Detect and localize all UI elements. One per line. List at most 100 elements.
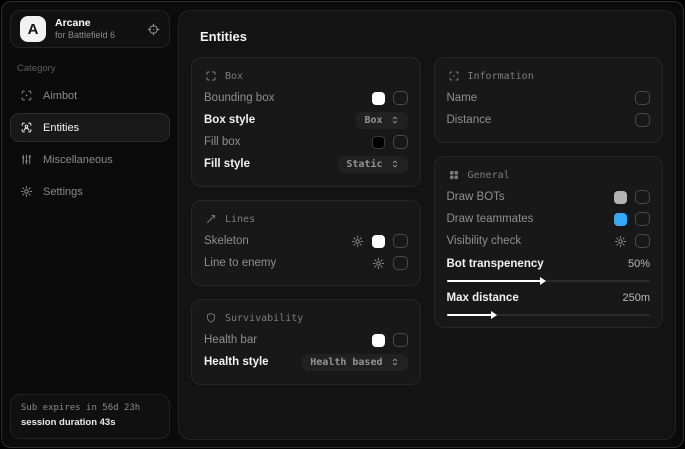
- slider-fill: [447, 314, 496, 316]
- brand-card: A Arcane for Battlefield 6: [10, 10, 170, 48]
- grid-icon: [448, 169, 460, 181]
- box-style-dropdown[interactable]: Box: [356, 112, 407, 129]
- general-card: General Draw BOTs Draw teammates: [434, 156, 664, 328]
- sidebar: A Arcane for Battlefield 6 Category Aimb…: [2, 2, 178, 447]
- subscription-card: Sub expires in 56d 23h session duration …: [10, 394, 170, 439]
- health-bar-checkbox[interactable]: [393, 333, 408, 347]
- draw-bots-row: Draw BOTs: [447, 186, 651, 208]
- card-title: Information: [468, 71, 534, 82]
- row-label: Fill style: [204, 158, 250, 170]
- survivability-card: Survivability Health bar Health style He…: [191, 299, 421, 385]
- color-swatch[interactable]: [372, 92, 385, 105]
- row-label: Bot transpenency: [447, 258, 544, 270]
- lines-card: Lines Skeleton Line to enem: [191, 200, 421, 286]
- row-label: Box style: [204, 114, 255, 126]
- sliders-icon: [20, 153, 33, 166]
- row-label: Fill box: [204, 136, 240, 148]
- name-checkbox[interactable]: [635, 91, 650, 105]
- health-bar-row: Health bar: [204, 329, 408, 351]
- category-label: Category: [17, 63, 163, 74]
- dropdown-value: Health based: [310, 357, 382, 368]
- scan-icon: [448, 70, 460, 82]
- crosshair-icon[interactable]: [147, 23, 160, 36]
- brand-title: Arcane: [55, 17, 115, 30]
- row-label: Name: [447, 92, 478, 104]
- sidebar-item-aimbot[interactable]: Aimbot: [10, 81, 170, 110]
- fill-style-row: Fill style Static: [204, 153, 408, 175]
- max-distance-slider[interactable]: [447, 314, 651, 316]
- gear-icon: [20, 185, 33, 198]
- chevron-up-down-icon: [390, 159, 400, 169]
- color-swatch[interactable]: [614, 191, 627, 204]
- box-corners-icon: [205, 70, 217, 82]
- distance-checkbox[interactable]: [635, 113, 650, 127]
- card-title: Lines: [225, 214, 255, 225]
- sidebar-item-settings[interactable]: Settings: [10, 177, 170, 206]
- skeleton-checkbox[interactable]: [393, 234, 408, 248]
- draw-teammates-row: Draw teammates: [447, 208, 651, 230]
- row-label: Distance: [447, 114, 492, 126]
- color-swatch[interactable]: [372, 235, 385, 248]
- health-style-row: Health style Health based: [204, 351, 408, 373]
- dropdown-value: Static: [346, 159, 382, 170]
- bounding-box-row: Bounding box: [204, 87, 408, 109]
- sidebar-item-label: Miscellaneous: [43, 154, 113, 166]
- line-to-enemy-checkbox[interactable]: [393, 256, 408, 270]
- app-window: A Arcane for Battlefield 6 Category Aimb…: [1, 1, 684, 448]
- color-swatch[interactable]: [614, 213, 627, 226]
- distance-row: Distance: [447, 109, 651, 131]
- health-style-dropdown[interactable]: Health based: [302, 354, 407, 371]
- chevron-up-down-icon: [390, 357, 400, 367]
- entities-scan-icon: [20, 121, 33, 134]
- slider-value: 250m: [622, 292, 650, 304]
- row-label: Skeleton: [204, 235, 249, 247]
- row-label: Health bar: [204, 334, 257, 346]
- sidebar-item-label: Aimbot: [43, 90, 77, 102]
- skeleton-gear-icon[interactable]: [351, 235, 364, 248]
- color-swatch[interactable]: [372, 334, 385, 347]
- fill-box-checkbox[interactable]: [393, 135, 408, 149]
- sub-expiry-text: Sub expires in 56d 23h: [21, 402, 159, 416]
- slider-fill: [447, 280, 545, 282]
- brand-subtitle: for Battlefield 6: [55, 30, 115, 41]
- bounding-box-checkbox[interactable]: [393, 91, 408, 105]
- slider-value: 50%: [628, 258, 650, 270]
- card-title: General: [468, 170, 510, 181]
- row-label: Bounding box: [204, 92, 274, 104]
- row-label: Health style: [204, 356, 269, 368]
- card-title: Survivability: [225, 313, 303, 324]
- fill-box-row: Fill box: [204, 131, 408, 153]
- name-row: Name: [447, 87, 651, 109]
- line-to-enemy-gear-icon[interactable]: [372, 257, 385, 270]
- visibility-check-row: Visibility check: [447, 230, 651, 252]
- information-card: Information Name Distance: [434, 57, 664, 143]
- fill-style-dropdown[interactable]: Static: [338, 156, 407, 173]
- card-title: Box: [225, 71, 243, 82]
- sidebar-item-label: Entities: [43, 122, 79, 134]
- sidebar-item-label: Settings: [43, 186, 83, 198]
- row-label: Line to enemy: [204, 257, 276, 269]
- box-card: Box Bounding box Box style Box: [191, 57, 421, 187]
- box-style-row: Box style Box: [204, 109, 408, 131]
- draw-teammates-checkbox[interactable]: [635, 212, 650, 226]
- visibility-check-checkbox[interactable]: [635, 234, 650, 248]
- visibility-gear-icon[interactable]: [614, 235, 627, 248]
- chevron-up-down-icon: [390, 115, 400, 125]
- skeleton-row: Skeleton: [204, 230, 408, 252]
- session-duration-text: session duration 43s: [21, 416, 159, 430]
- shield-icon: [205, 312, 217, 324]
- main-panel: Entities Box Bounding box: [178, 10, 676, 440]
- line-icon: [205, 213, 217, 225]
- row-label: Max distance: [447, 292, 519, 304]
- aimbot-crosshair-icon: [20, 89, 33, 102]
- dropdown-value: Box: [364, 115, 382, 126]
- bot-transparency-control: Bot transpenency 50%: [447, 254, 651, 282]
- draw-bots-checkbox[interactable]: [635, 190, 650, 204]
- bot-transparency-row: Bot transpenency 50%: [447, 254, 651, 274]
- sidebar-item-miscellaneous[interactable]: Miscellaneous: [10, 145, 170, 174]
- max-distance-row: Max distance 250m: [447, 288, 651, 308]
- brand-avatar: A: [20, 16, 46, 42]
- color-swatch[interactable]: [372, 136, 385, 149]
- bot-transparency-slider[interactable]: [447, 280, 651, 282]
- sidebar-item-entities[interactable]: Entities: [10, 113, 170, 142]
